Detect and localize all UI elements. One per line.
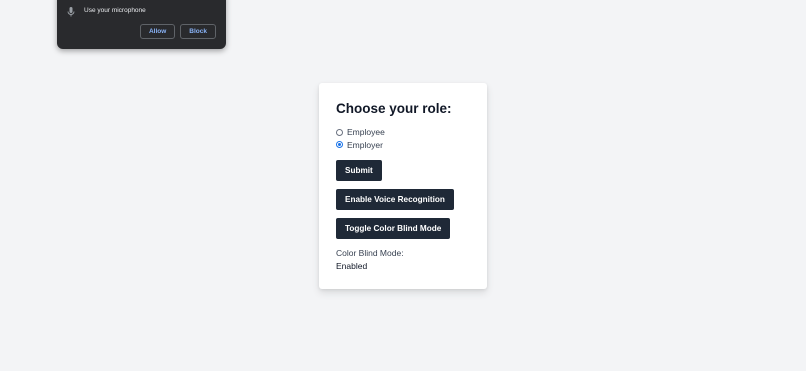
employer-radio[interactable] <box>336 141 343 149</box>
employer-label: Employer <box>347 139 383 150</box>
color-blind-status: Color Blind Mode: Enabled <box>336 247 470 272</box>
card-title: Choose your role: <box>336 101 452 116</box>
employee-radio[interactable] <box>336 128 343 136</box>
role-card: Choose your role: Employee Employer Subm… <box>319 83 487 289</box>
toggle-color-blind-mode-button[interactable]: Toggle Color Blind Mode <box>336 218 451 239</box>
microphone-icon <box>66 5 76 17</box>
submit-button[interactable]: Submit <box>336 160 382 181</box>
permission-actions: Allow Block <box>139 24 216 39</box>
role-option-employee[interactable]: Employee <box>336 126 470 139</box>
page: Use your microphone Allow Block Choose y… <box>0 0 806 371</box>
permission-request-row: Use your microphone <box>66 5 146 17</box>
allow-button[interactable]: Allow <box>139 24 176 39</box>
enable-voice-recognition-button[interactable]: Enable Voice Recognition <box>336 189 454 210</box>
microphone-permission-popup: Use your microphone Allow Block <box>57 0 226 49</box>
permission-message: Use your microphone <box>84 7 146 14</box>
block-button[interactable]: Block <box>180 24 216 39</box>
role-radio-group: Employee Employer <box>336 126 470 151</box>
color-blind-status-label: Color Blind Mode: <box>336 248 404 258</box>
role-option-employer[interactable]: Employer <box>336 139 470 152</box>
color-blind-status-value: Enabled <box>336 260 368 271</box>
employee-label: Employee <box>347 127 385 138</box>
